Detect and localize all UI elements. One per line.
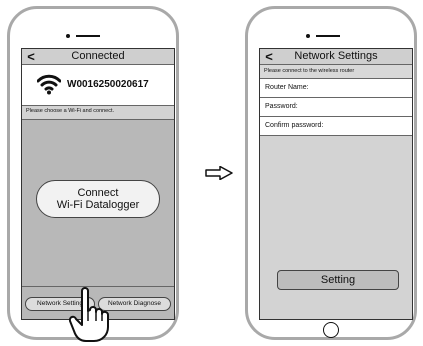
home-button[interactable] bbox=[323, 322, 339, 338]
pointing-hand-icon bbox=[68, 287, 109, 342]
page-title: Network Settings bbox=[294, 50, 378, 62]
content-area: Setting bbox=[260, 136, 412, 319]
phone-right: < Network Settings Please connect to the… bbox=[245, 6, 417, 340]
router-name-label: Router Name: bbox=[265, 84, 309, 91]
nav-bar: < Connected bbox=[22, 49, 174, 65]
hint-row: Please connect to the wireless router bbox=[260, 65, 412, 79]
right-screen: < Network Settings Please connect to the… bbox=[259, 48, 413, 320]
right-arrow-icon bbox=[205, 166, 233, 180]
wifi-icon bbox=[37, 74, 61, 95]
confirm-password-field[interactable]: Confirm password: bbox=[260, 117, 412, 136]
wifi-device-row[interactable]: W0016250020617 bbox=[22, 65, 174, 106]
camera-dot bbox=[306, 34, 310, 38]
left-screen: < Connected W0016250020617 Please choose… bbox=[21, 48, 175, 320]
hint-text: Please connect to the wireless router bbox=[264, 68, 355, 74]
password-label: Password: bbox=[265, 103, 298, 110]
hint-row: Please choose a Wi-Fi and connect. bbox=[22, 106, 174, 120]
camera-dot bbox=[66, 34, 70, 38]
device-id: W0016250020617 bbox=[67, 79, 149, 90]
confirm-password-label: Confirm password: bbox=[265, 122, 324, 129]
page-title: Connected bbox=[71, 50, 125, 62]
password-field[interactable]: Password: bbox=[260, 98, 412, 117]
router-name-field[interactable]: Router Name: bbox=[260, 79, 412, 98]
speaker-line bbox=[76, 35, 100, 37]
connect-button-line2: Wi-Fi Datalogger bbox=[56, 199, 140, 211]
connect-button-line1: Connect bbox=[77, 187, 119, 199]
speaker-line bbox=[316, 35, 340, 37]
setting-button[interactable]: Setting bbox=[277, 270, 399, 290]
content-area: Connect Wi-Fi Datalogger bbox=[22, 120, 174, 286]
hint-text: Please choose a Wi-Fi and connect. bbox=[26, 108, 115, 114]
connect-wifi-datalogger-button[interactable]: Connect Wi-Fi Datalogger bbox=[36, 180, 160, 218]
nav-bar: < Network Settings bbox=[260, 49, 412, 65]
